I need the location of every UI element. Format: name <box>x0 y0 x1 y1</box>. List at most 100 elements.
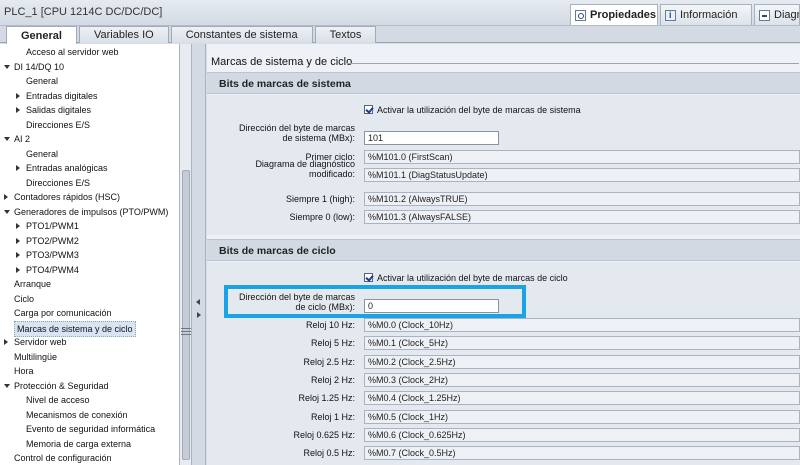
tree-item[interactable]: Protección & Seguridad <box>0 379 178 393</box>
tree-item[interactable]: General <box>0 147 178 161</box>
tree-item[interactable]: Evento de seguridad informática <box>0 422 178 436</box>
tree-item[interactable]: PTO4/PWM4 <box>0 263 178 277</box>
tree-item-label: Generadores de impulsos (PTO/PWM) <box>14 206 169 217</box>
chevron-right-icon[interactable] <box>16 252 20 258</box>
tree-item[interactable]: Contadores rápidos (HSC) <box>0 190 178 204</box>
clock-row-value: %M0.0 (Clock_10Hz) <box>364 318 800 332</box>
chevron-down-icon[interactable] <box>4 209 10 214</box>
tree-item-label: Mecanismos de conexión <box>26 409 128 420</box>
tree-item-label: Direcciones E/S <box>26 177 91 188</box>
tree-item[interactable]: Mecanismos de conexión <box>0 408 178 422</box>
system-row-label-text: Siempre 0 (low): <box>289 212 355 222</box>
chevron-right-icon[interactable] <box>16 237 20 244</box>
system-row-value: %M101.3 (AlwaysFALSE) <box>364 210 800 224</box>
system-bits-checkbox[interactable] <box>364 105 373 114</box>
clock-row-label-text: Reloj 5 Hz: <box>310 338 355 349</box>
tree-item[interactable]: General <box>0 74 178 88</box>
system-address-input[interactable]: 101 <box>364 131 499 145</box>
clock-row-label: Reloj 0.5 Hz: <box>207 448 355 458</box>
subtab-system-constants[interactable]: Constantes de sistema <box>170 26 313 43</box>
page-title: Marcas de sistema y de ciclo <box>211 56 353 68</box>
tree-item-label: Entradas digitales <box>26 90 98 101</box>
system-row-label-text: Siempre 1 (high): <box>285 194 355 204</box>
system-bits-checkbox-label: Activar la utilización del byte de marca… <box>377 105 581 115</box>
clock-address-label-line1: Dirección del byte de marcas <box>238 292 355 302</box>
tree-item-label: PTO2/PWM2 <box>26 235 79 246</box>
chevron-right-icon[interactable] <box>4 339 8 345</box>
system-row-label: Siempre 0 (low): <box>207 212 355 222</box>
system-row-value: %M101.1 (DiagStatusUpdate) <box>364 168 800 182</box>
clock-row-label-text: Reloj 0.5 Hz: <box>303 448 355 459</box>
diagnostics-icon <box>759 9 770 21</box>
tree-item-label: DI 14/DQ 10 <box>14 61 65 72</box>
tree-item[interactable]: Carga por comunicación <box>0 306 178 320</box>
chevron-down-icon[interactable] <box>4 383 10 388</box>
clock-row-label: Reloj 5 Hz: <box>207 338 355 348</box>
subtab-io-variables[interactable]: Variables IO <box>78 26 169 43</box>
tree-item[interactable]: Hora <box>0 364 178 378</box>
chevron-right-icon[interactable] <box>16 107 20 113</box>
clock-row-value: %M0.1 (Clock_5Hz) <box>364 336 800 351</box>
tree-item[interactable]: Ciclo <box>0 292 178 306</box>
tab-diagnostics[interactable]: Diagnóstico <box>754 4 800 25</box>
clock-row-value: %M0.2 (Clock_2.5Hz) <box>364 354 800 369</box>
clock-bits-checkbox[interactable] <box>364 273 373 282</box>
tab-properties[interactable]: Propiedades <box>570 4 658 25</box>
clock-address-label: Dirección del byte de marcas de ciclo (M… <box>207 292 355 312</box>
chevron-down-icon[interactable] <box>4 137 10 141</box>
system-row-label-text: modificado: <box>308 169 355 179</box>
clock-row-value: %M0.4 (Clock_1.25Hz) <box>364 391 800 406</box>
subtab-general[interactable]: General <box>6 26 77 44</box>
clock-address-input[interactable]: 0 <box>364 299 499 313</box>
tree-item[interactable]: Direcciones E/S <box>0 118 178 132</box>
tree-item[interactable]: AI 2 <box>0 132 178 146</box>
clock-row-label-text: Reloj 1 Hz: <box>310 411 355 422</box>
clock-address-label-line2: de ciclo (MBx): <box>295 302 355 312</box>
tree-item-label: Direcciones E/S <box>26 119 91 130</box>
tree-item[interactable]: Acceso al servidor web <box>0 45 178 59</box>
collapse-left-icon[interactable] <box>196 299 200 305</box>
chevron-right-icon[interactable] <box>16 92 20 99</box>
tree-item-label: Carga por comunicación <box>14 308 112 318</box>
system-address-label: Dirección del byte de marcas de sistema … <box>207 123 355 143</box>
tree-scrollbar[interactable] <box>180 44 192 465</box>
tab-information[interactable]: Información <box>660 4 752 25</box>
subtab-texts[interactable]: Textos <box>314 26 377 43</box>
tree-item[interactable]: PTO1/PWM1 <box>0 219 178 233</box>
chevron-down-icon[interactable] <box>4 64 10 69</box>
tree-item[interactable]: DI 14/DQ 10 <box>0 60 178 74</box>
clock-bits-header: Bits de marcas de ciclo <box>207 239 800 261</box>
tree-item-label: Memoria de carga externa <box>26 438 132 449</box>
expand-right-icon[interactable] <box>197 312 201 318</box>
tree-item[interactable]: Salidas digitales <box>0 103 178 117</box>
chevron-right-icon[interactable] <box>16 266 20 273</box>
panel-splitter[interactable] <box>192 44 206 465</box>
tree-item[interactable]: Direcciones E/S <box>0 176 178 190</box>
tree-item[interactable]: Entradas analógicas <box>0 161 178 175</box>
tree-item-label: Ciclo <box>14 293 35 304</box>
tree-item[interactable]: PTO2/PWM2 <box>0 234 178 248</box>
tree-item[interactable]: Arranque <box>0 277 178 291</box>
tree-item[interactable]: Control de configuración <box>0 451 178 465</box>
navigation-tree: Acceso al servidor web DI 14/DQ 10 General… <box>0 44 180 465</box>
tree-item[interactable]: Entradas digitales <box>0 89 178 103</box>
clock-row-label-text: Reloj 0.625 Hz: <box>293 429 355 440</box>
tree-item[interactable]: Multilingüe <box>0 350 178 364</box>
scrollbar-thumb[interactable] <box>182 170 190 460</box>
tree-item[interactable]: Generadores de impulsos (PTO/PWM) <box>0 205 178 219</box>
clock-row-label: Reloj 2.5 Hz: <box>207 357 355 367</box>
properties-content: Marcas de sistema y de ciclo Bits de mar… <box>207 44 800 465</box>
tree-item-label: PTO1/PWM1 <box>26 221 79 231</box>
chevron-right-icon[interactable] <box>4 194 8 200</box>
chevron-right-icon[interactable] <box>16 165 20 171</box>
clock-row-value: %M0.7 (Clock_0.5Hz) <box>364 446 800 461</box>
tree-item[interactable]: Marcas de sistema y de ciclo <box>0 320 178 337</box>
tree-item[interactable]: Memoria de carga externa <box>0 437 178 451</box>
tree-item-label: Acceso al servidor web <box>26 47 119 57</box>
chevron-right-icon[interactable] <box>16 223 20 229</box>
tree-item[interactable]: PTO3/PWM3 <box>0 248 178 262</box>
clock-row-label: Reloj 0.625 Hz: <box>207 430 355 440</box>
tree-item-label: Contadores rápidos (HSC) <box>14 192 121 202</box>
tree-item[interactable]: Servidor web <box>0 335 178 349</box>
tree-item[interactable]: Nivel de acceso <box>0 393 178 407</box>
